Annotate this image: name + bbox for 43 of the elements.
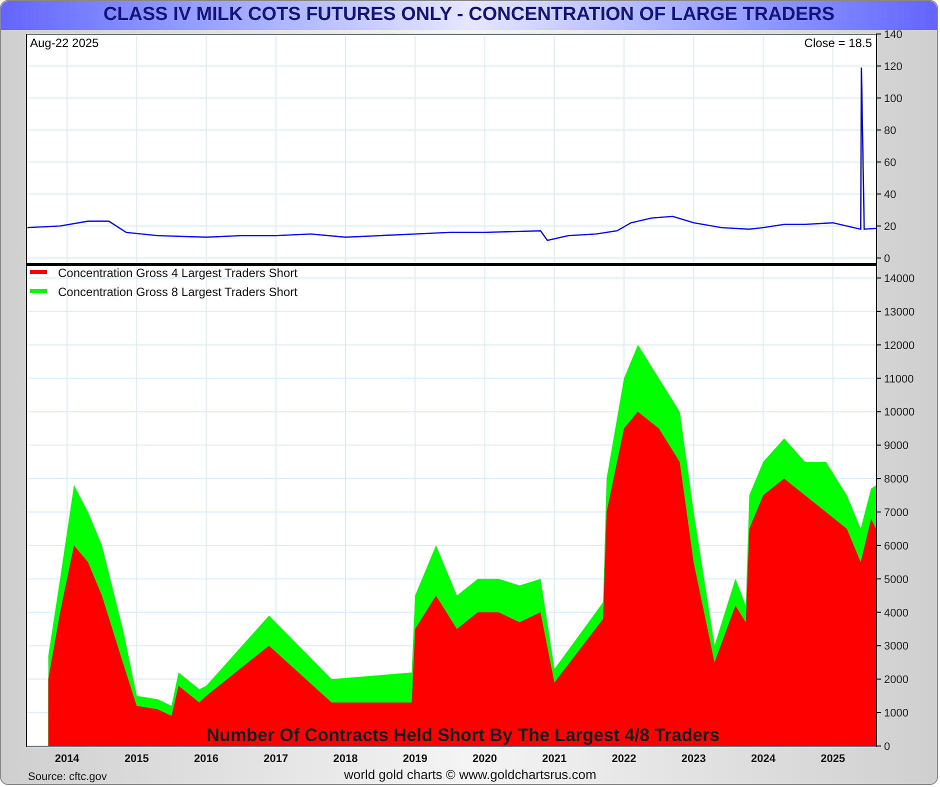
axis-label: 2022 — [612, 752, 636, 764]
axis-label: 100 — [884, 92, 902, 104]
axis-label: 140 — [884, 28, 902, 40]
axis-label: 2018 — [333, 752, 358, 764]
chart-annotation: Number Of Contracts Held Short By The Largest 4/8 Traders — [206, 724, 720, 744]
credit-text: world gold charts © www.goldchartsrus.com — [344, 766, 596, 784]
legend-label: Concentration Gross 8 Largest Traders Short — [58, 284, 298, 298]
axis-label: 3000 — [884, 640, 908, 652]
axis-label: 2016 — [194, 752, 219, 764]
axis-label: 120 — [884, 60, 902, 72]
legend-label: Concentration Gross 4 Largest Traders Short — [58, 266, 298, 280]
axis-label: 7000 — [884, 506, 908, 518]
axis-label: 60 — [884, 156, 896, 168]
axis-label: 40 — [884, 188, 896, 200]
axis-label: 2025 — [820, 752, 846, 764]
axis-label: 2014 — [54, 752, 80, 764]
axis-label: 20 — [884, 220, 896, 232]
axis-label: 9000 — [884, 440, 908, 452]
chart-title: CLASS IV MILK COTS FUTURES ONLY - CONCENTRATION OF LARGE TRADERS — [1, 1, 937, 30]
source-text: Source: cftc.gov — [28, 770, 107, 784]
axis-label: 5000 — [884, 573, 908, 586]
close-label: Close = 18.5 — [804, 36, 872, 50]
date-label: Aug-22 2025 — [30, 36, 99, 50]
axis-label: 14000 — [884, 272, 915, 284]
axis-label: 10000 — [884, 406, 915, 418]
axis-label: 2017 — [264, 752, 288, 764]
axis-label: 2020 — [472, 752, 497, 764]
axis-label: 12000 — [884, 339, 915, 352]
axis-label: 0 — [884, 252, 890, 264]
axis-label: 80 — [884, 124, 896, 136]
axis-label: 6000 — [884, 540, 908, 552]
axis-label: 8000 — [884, 473, 908, 486]
axis-label: 2024 — [750, 752, 776, 764]
axis-label: 13000 — [884, 306, 915, 318]
axis-label: 11000 — [884, 372, 914, 385]
axis-label: 4000 — [884, 606, 908, 619]
axis-label: 1000 — [884, 707, 908, 720]
axis-label: 2023 — [681, 752, 706, 764]
axis-label: 0 — [884, 740, 890, 752]
axis-label: 2015 — [124, 752, 149, 764]
axis-label: 2000 — [884, 674, 908, 686]
axis-label: 2021 — [542, 752, 567, 764]
axis-label: 2019 — [402, 752, 428, 764]
